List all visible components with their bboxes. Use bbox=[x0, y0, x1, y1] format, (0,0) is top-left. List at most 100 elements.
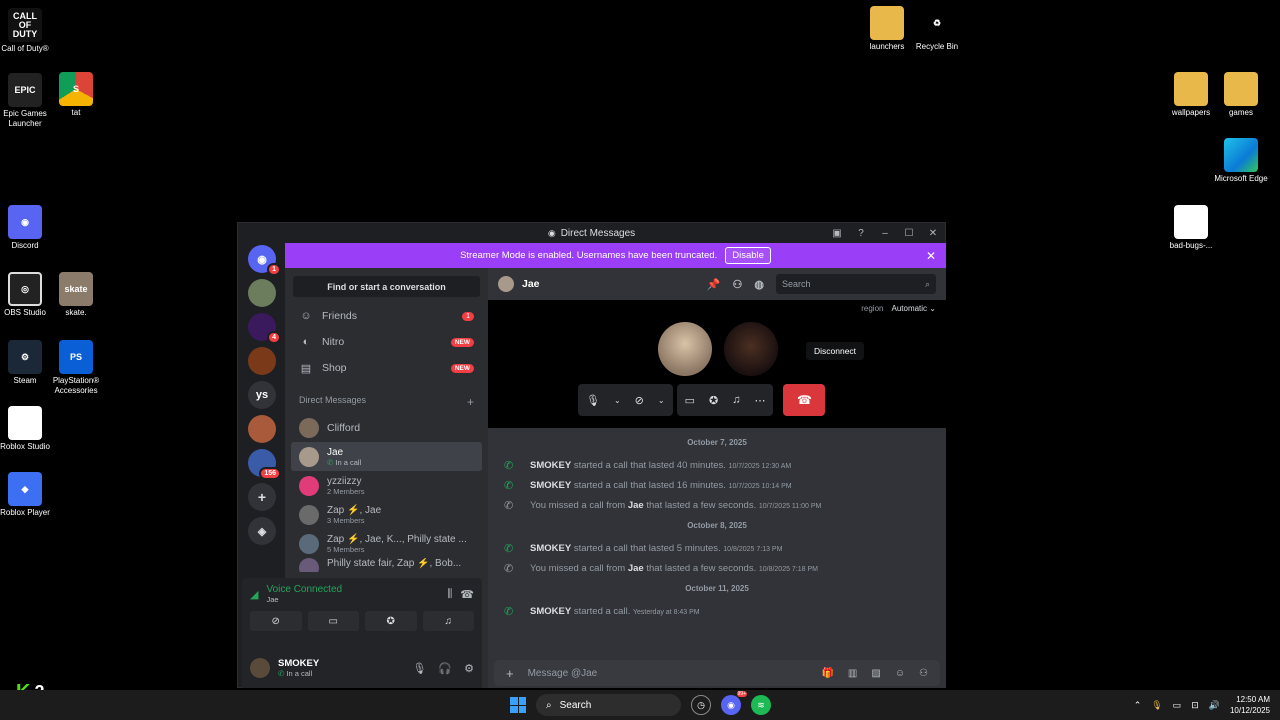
microphone-icon[interactable]: 🎙 bbox=[412, 662, 426, 675]
camera-off-icon[interactable]: ⊘ bbox=[635, 394, 644, 407]
taskbar-search[interactable]: ⌕ Search bbox=[536, 694, 681, 716]
taskbar-spotify-icon[interactable]: ≋ bbox=[751, 695, 771, 715]
sticker-icon[interactable]: ▨ bbox=[871, 668, 880, 679]
emoji-icon[interactable]: ☺ bbox=[895, 668, 905, 679]
message-author[interactable]: Jae bbox=[628, 500, 644, 511]
camera-off-button[interactable]: ⊘ bbox=[250, 611, 302, 631]
dm-header-label: Direct Messages bbox=[299, 395, 367, 405]
folder-icon bbox=[870, 6, 904, 40]
clock[interactable]: 12:50 AM 10/12/2025 bbox=[1230, 694, 1270, 716]
server-icon[interactable] bbox=[248, 347, 276, 375]
display-icon[interactable]: ▭ bbox=[1173, 700, 1182, 711]
nav-nitro[interactable]: ◐ Nitro NEW bbox=[291, 329, 482, 355]
help-icon[interactable]: ? bbox=[853, 225, 869, 241]
chevron-down-icon[interactable]: ⌄ bbox=[614, 396, 621, 405]
server-icon[interactable]: 4 bbox=[248, 313, 281, 344]
microphone-icon[interactable]: 🎙 bbox=[586, 394, 600, 407]
dm-item[interactable]: yzziizzy 2 Members bbox=[291, 471, 482, 500]
find-conversation-button[interactable]: Find or start a conversation bbox=[293, 276, 480, 297]
settings-gear-icon[interactable]: ⚙ bbox=[464, 662, 474, 675]
add-server-button[interactable]: + bbox=[248, 483, 276, 511]
inbox-icon[interactable]: ▣ bbox=[829, 225, 845, 241]
dm-item[interactable]: Zap ⚡, Jae 3 Members bbox=[291, 500, 482, 529]
server-icon[interactable] bbox=[248, 415, 276, 443]
user-avatar[interactable] bbox=[250, 658, 270, 678]
maximize-button[interactable]: ☐ bbox=[901, 225, 917, 241]
message-author[interactable]: SMOKEY bbox=[530, 480, 571, 491]
banner-close-icon[interactable]: ✕ bbox=[926, 249, 936, 263]
home-button[interactable]: ◉ 1 bbox=[248, 245, 281, 276]
desktop-icon-roblox-player[interactable]: ◆ Roblox Player bbox=[0, 472, 56, 518]
start-button[interactable] bbox=[510, 697, 526, 713]
disable-button[interactable]: Disable bbox=[725, 247, 771, 264]
dm-status-text: In a call bbox=[335, 457, 362, 467]
chevron-up-icon[interactable]: ⌃ bbox=[1134, 700, 1142, 711]
dm-item[interactable]: Philly state fair, Zap ⚡, Bob... bbox=[291, 558, 482, 572]
message-text: started a call that lasted 40 minutes. bbox=[573, 459, 726, 471]
message-input[interactable]: Message @Jae bbox=[528, 668, 598, 679]
server-icon[interactable] bbox=[248, 279, 276, 307]
desktop-icon-tat[interactable]: S tat bbox=[45, 72, 107, 118]
desktop-icon-label: games bbox=[1228, 108, 1253, 117]
close-button[interactable]: ✕ bbox=[925, 225, 941, 241]
dm-item[interactable]: Clifford bbox=[291, 413, 482, 442]
more-icon[interactable]: ⋯ bbox=[754, 394, 765, 407]
noise-suppression-icon[interactable]: ⫼ bbox=[447, 588, 452, 601]
network-icon[interactable]: ⊡ bbox=[1191, 700, 1199, 711]
desktop-icon-edge[interactable]: Microsoft Edge bbox=[1210, 138, 1272, 184]
desktop-icon-skate[interactable]: skate skate. bbox=[45, 272, 107, 318]
desktop-icon-label: skate. bbox=[65, 308, 87, 317]
dm-item[interactable]: Jae ✆ In a call bbox=[291, 442, 482, 471]
headphones-icon[interactable]: 🎧 bbox=[438, 662, 452, 675]
nav-shop[interactable]: ▤ Shop NEW bbox=[291, 355, 482, 381]
search-input[interactable]: Search ⌕ bbox=[776, 274, 936, 294]
gift-icon[interactable]: 🎁 bbox=[821, 668, 833, 679]
dm-name: yzziizzy bbox=[327, 475, 362, 487]
window-title: Direct Messages bbox=[560, 227, 636, 239]
participant-avatar[interactable] bbox=[724, 322, 778, 376]
message-author[interactable]: Jae bbox=[628, 563, 644, 574]
screen-share-icon[interactable]: ▭ bbox=[685, 394, 695, 407]
message-body: SMOKEY started a call. Yesterday at 8:43… bbox=[530, 606, 700, 617]
message-author[interactable]: SMOKEY bbox=[530, 606, 571, 617]
cod-icon: CALL OF DUTY bbox=[8, 8, 42, 42]
soundboard-button[interactable]: ♫ bbox=[422, 611, 474, 631]
desktop-icon-label: launchers bbox=[869, 42, 905, 51]
desktop-icon-recycle-bin[interactable]: ♻ Recycle Bin bbox=[906, 6, 968, 52]
desktop-icon-cod[interactable]: CALL OF DUTY Call of Duty® bbox=[0, 8, 56, 54]
desktop-icon-ps-accessories[interactable]: PS PlayStation® Accessories bbox=[45, 340, 107, 396]
taskbar-app-icon[interactable]: ◷ bbox=[691, 695, 711, 715]
chevron-down-icon[interactable]: ⌄ bbox=[658, 396, 665, 405]
taskbar-discord-icon[interactable]: ◉ 99+ bbox=[721, 691, 747, 715]
dm-item[interactable]: Zap ⚡, Jae, K..., Philly state ... 5 Mem… bbox=[291, 529, 482, 558]
discover-icon[interactable]: ◈ bbox=[248, 517, 276, 545]
add-friends-icon[interactable]: ⚇ bbox=[733, 278, 743, 291]
profile-icon[interactable]: ◍ bbox=[754, 278, 764, 291]
message-author[interactable]: SMOKEY bbox=[530, 543, 571, 554]
activity-icon[interactable]: ✪ bbox=[709, 394, 718, 407]
screen-share-button[interactable]: ▭ bbox=[307, 611, 359, 631]
soundboard-icon[interactable]: ♫ bbox=[732, 394, 740, 406]
desktop-icon-roblox-studio[interactable]: ▣ Roblox Studio bbox=[0, 406, 56, 452]
message-author[interactable]: SMOKEY bbox=[530, 460, 571, 471]
desktop-icon-bad-bugs[interactable]: bad-bugs-... bbox=[1160, 205, 1222, 251]
minimize-button[interactable]: – bbox=[877, 225, 893, 241]
gif-icon[interactable]: ▥ bbox=[848, 668, 857, 679]
desktop-icon-games[interactable]: games bbox=[1210, 72, 1272, 118]
nav-friends[interactable]: ☺ Friends 1 bbox=[291, 303, 482, 329]
volume-icon[interactable]: 🔊 bbox=[1209, 700, 1220, 711]
pin-icon[interactable]: 📌 bbox=[707, 278, 721, 291]
add-attachment-icon[interactable]: + bbox=[506, 666, 514, 681]
apps-icon[interactable]: ⚇ bbox=[919, 668, 928, 679]
participant-avatar[interactable] bbox=[658, 322, 712, 376]
region-selector[interactable]: region Automatic ⌄ bbox=[861, 304, 936, 313]
desktop-icon-discord[interactable]: ◉ Discord bbox=[0, 205, 56, 251]
activity-button[interactable]: ✪ bbox=[365, 611, 417, 631]
server-icon[interactable]: ys bbox=[248, 381, 276, 409]
disconnect-icon[interactable]: ☎ bbox=[460, 588, 474, 601]
microphone-icon[interactable]: 🎙 bbox=[1151, 700, 1162, 711]
disconnect-button[interactable]: ☎ bbox=[783, 384, 826, 416]
message-composer[interactable]: + Message @Jae 🎁 ▥ ▨ ☺ ⚇ bbox=[494, 660, 940, 686]
server-icon[interactable]: 156 bbox=[248, 449, 281, 480]
create-dm-icon[interactable]: + bbox=[467, 395, 474, 409]
